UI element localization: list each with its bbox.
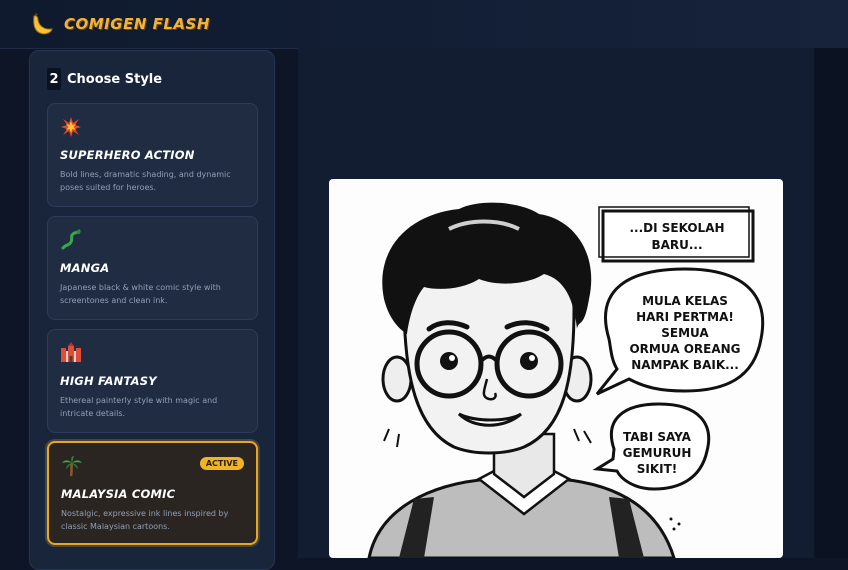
style-card-superhero-action[interactable]: SUPERHERO ACTION Bold lines, dramatic sh… [47,103,258,207]
app-header: COMIGEN FLASH [0,0,848,49]
comic-preview-image: ...DI SEKOLAH BARU... MULA KELAS HARI PE… [329,179,783,558]
style-description: Japanese black & white comic style with … [60,283,221,305]
caption-box: ...DI SEKOLAH BARU... [598,206,755,263]
style-card-malaysia-comic[interactable]: ACTIVE MALAYSIA COMIC Nostalgic, express… [47,441,258,545]
bubble-line: TABI SAYA [623,430,692,444]
castle-icon [61,342,81,362]
style-card-high-fantasy[interactable]: HIGH FANTASY Ethereal painterly style wi… [47,329,258,433]
bubble-line: HARI PERTMA! [636,310,734,324]
caption-line: ...DI SEKOLAH [629,221,724,235]
active-badge: ACTIVE [199,457,244,470]
bubble-line: SIKIT! [637,462,678,476]
style-description: Nostalgic, expressive ink lines inspired… [61,509,229,531]
right-gutter [814,48,848,558]
section-header: 2 Choose Style [47,68,162,90]
style-description: Bold lines, dramatic shading, and dynami… [60,170,231,192]
style-sidebar: 2 Choose Style SUPERHERO ACTION Bold lin… [29,50,275,570]
bubble-line: MULA KELAS [642,294,728,308]
bubble-line: ORMUA OREANG [629,342,740,356]
comic-illustration: ...DI SEKOLAH BARU... MULA KELAS HARI PE… [367,202,765,558]
bubble-line: NAMPAK BAIK... [631,358,739,372]
style-card-manga[interactable]: MANGA Japanese black & white comic style… [47,216,258,320]
explosion-icon [61,117,81,137]
caption-line: BARU... [651,238,702,252]
app-brand: COMIGEN FLASH [64,15,210,33]
style-name: MANGA [60,261,110,275]
sparkle-marks [669,517,681,531]
palm-tree-icon [62,456,82,477]
bubble-line: SEMUA [661,326,709,340]
speech-bubble: TABI SAYA GEMURUH SIKIT! [592,402,711,491]
section-title: Choose Style [67,71,163,87]
style-name: MALAYSIA COMIC [61,487,176,501]
style-name: SUPERHERO ACTION [60,148,195,162]
banana-icon [33,13,53,35]
speech-bubble: MULA KELAS HARI PERTMA! SEMUA ORMUA OREA… [595,267,765,396]
step-number: 2 [47,68,61,90]
style-description: Ethereal painterly style with magic and … [60,396,218,418]
dragon-icon [61,229,81,250]
bubble-line: GEMURUH [623,446,692,460]
style-name: HIGH FANTASY [60,374,157,388]
